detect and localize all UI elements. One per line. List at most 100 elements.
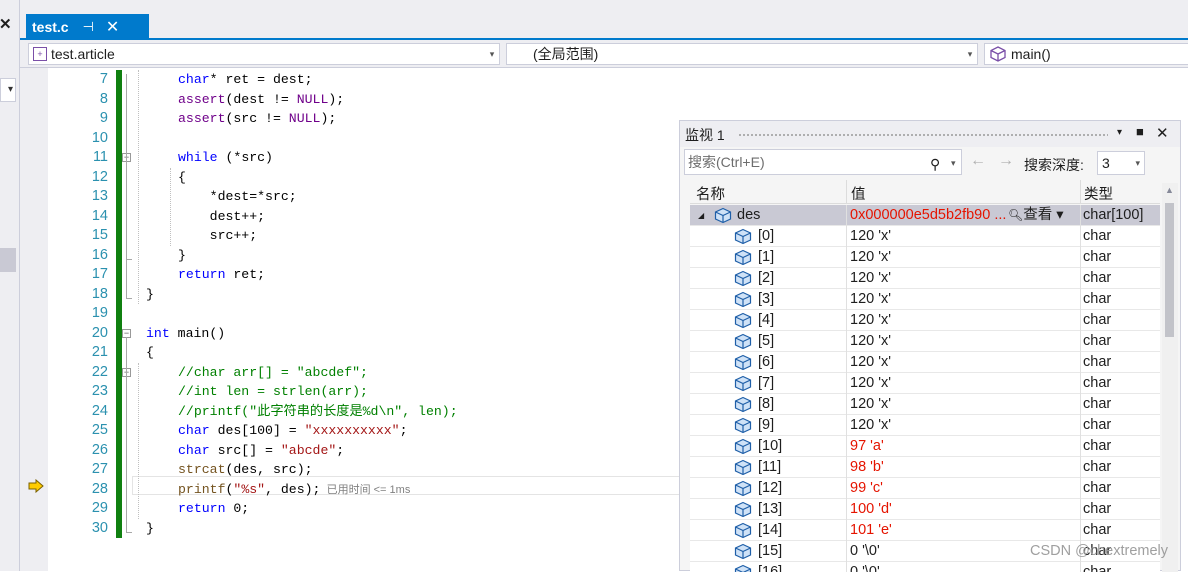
watch-name: [11] xyxy=(758,459,782,475)
scrollbar-thumb[interactable] xyxy=(1165,203,1174,337)
left-panel-dropdown[interactable]: ▾ xyxy=(0,78,16,102)
watch-row[interactable]: [4] 120 'x' char xyxy=(690,310,1160,331)
watch-row[interactable]: [1] 120 'x' char xyxy=(690,247,1160,268)
column-divider[interactable] xyxy=(1080,180,1081,204)
search-depth-select[interactable]: 3 ▾ xyxy=(1097,151,1145,175)
watch-row-des[interactable]: ◢ des 0x000000e5d5b2fb90 ... 🔍︎查看 ▾ char[100… xyxy=(690,205,1160,226)
chevron-down-icon: ▾ xyxy=(967,49,973,59)
line-number: 18 xyxy=(91,285,108,302)
watch-row[interactable]: [13] 100 'd' char xyxy=(690,499,1160,520)
view-dropdown[interactable]: 🔍︎查看 ▾ xyxy=(1008,205,1064,226)
code-text: } xyxy=(146,520,154,536)
variable-cube-icon xyxy=(734,270,752,287)
watch-row[interactable]: [0] 120 'x' char xyxy=(690,226,1160,247)
column-divider[interactable] xyxy=(846,180,847,204)
watch-name: [2] xyxy=(758,270,775,286)
watch-row[interactable]: [7] 120 'x' char xyxy=(690,373,1160,394)
column-value-header[interactable]: 值 xyxy=(851,183,866,204)
watch-name-cell: [13] xyxy=(690,499,846,520)
change-bar xyxy=(116,460,122,480)
watch-name: [10] xyxy=(758,438,783,454)
watch-scrollbar[interactable]: ▲ xyxy=(1162,183,1178,572)
expanded-arrow-icon[interactable]: ◢ xyxy=(698,205,704,226)
project-dropdown[interactable]: + test.article ▾ xyxy=(28,43,500,65)
search-icon[interactable]: ⚲ xyxy=(930,152,940,176)
variable-cube-icon xyxy=(734,228,752,245)
variable-cube-icon xyxy=(734,333,752,350)
chevron-down-icon: ▾ xyxy=(1052,207,1064,223)
watch-value: 100 'd' xyxy=(850,501,892,517)
watch-value: 120 'x' xyxy=(850,396,892,412)
tab-title: test.c xyxy=(32,19,69,35)
watch-rows: ◢ des 0x000000e5d5b2fb90 ... 🔍︎查看 ▾ char[100… xyxy=(690,205,1160,572)
watch-type: char xyxy=(1083,396,1112,412)
left-panel-close-icon[interactable]: ✕ xyxy=(0,16,12,34)
watch-row[interactable]: [9] 120 'x' char xyxy=(690,415,1160,436)
column-type-header[interactable]: 类型 xyxy=(1084,183,1113,204)
tab-test-c[interactable]: test.c ⊣ ✕ xyxy=(26,14,149,40)
left-panel-selected-item[interactable] xyxy=(0,248,16,272)
watch-name-cell: [9] xyxy=(690,415,846,436)
code-text: src++; xyxy=(178,228,258,243)
watch-name-cell: [3] xyxy=(690,289,846,310)
watch-name-cell: [2] xyxy=(690,268,846,289)
close-tab-icon[interactable]: ✕ xyxy=(106,17,119,37)
watch-name: [14] xyxy=(758,522,783,538)
change-bar xyxy=(116,382,122,402)
watch-row[interactable]: [3] 120 'x' char xyxy=(690,289,1160,310)
search-forward-icon[interactable]: → xyxy=(998,152,1014,170)
outline-guide xyxy=(126,161,127,260)
code-text: //int len = strlen(arr); xyxy=(178,384,368,399)
watch-row[interactable]: [12] 99 'c' char xyxy=(690,478,1160,499)
code-line[interactable]: 8 assert(dest != NULL); xyxy=(48,89,1188,109)
watch-type: char xyxy=(1083,375,1112,391)
function-dropdown[interactable]: main() xyxy=(984,43,1188,65)
window-menu-icon[interactable]: ▾ xyxy=(1117,127,1122,138)
watch-row[interactable]: [2] 120 'x' char xyxy=(690,268,1160,289)
watch-row[interactable]: [11] 98 'b' char xyxy=(690,457,1160,478)
watch-search-input[interactable]: 搜索(Ctrl+E) ⚲ ▾ xyxy=(684,149,962,175)
watch-row[interactable]: [5] 120 'x' char xyxy=(690,331,1160,352)
watch-name-cell: [15] xyxy=(690,541,846,562)
scope-dropdown[interactable]: (全局范围) ▾ xyxy=(506,43,978,65)
watch-row[interactable]: [6] 120 'x' char xyxy=(690,352,1160,373)
watch-name: [0] xyxy=(758,228,775,244)
change-bar xyxy=(116,167,122,187)
scroll-up-icon[interactable]: ▲ xyxy=(1165,185,1174,195)
watch-type: char xyxy=(1083,312,1112,328)
variable-cube-icon xyxy=(734,354,752,371)
variable-cube-icon xyxy=(734,291,752,308)
variable-cube-icon xyxy=(734,396,752,413)
pin-icon[interactable]: ⊣ xyxy=(83,19,94,35)
cell-divider xyxy=(846,247,847,268)
chevron-down-icon[interactable]: ▾ xyxy=(951,151,956,175)
cell-divider xyxy=(846,373,847,394)
watch-type: char xyxy=(1083,249,1112,265)
watch-value: 99 'c' xyxy=(850,480,883,496)
watch-type: char xyxy=(1083,522,1112,538)
watch-type: char xyxy=(1083,501,1112,517)
code-line[interactable]: 7 char* ret = dest; xyxy=(48,70,1188,90)
watch-name-cell: [8] xyxy=(690,394,846,415)
line-number: 17 xyxy=(91,266,108,282)
search-back-icon[interactable]: ← xyxy=(970,152,986,170)
drag-grip[interactable] xyxy=(738,133,1108,137)
code-text: char* ret = dest; xyxy=(178,72,313,87)
project-icon: + xyxy=(33,47,47,61)
watch-row[interactable]: [10] 97 'a' char xyxy=(690,436,1160,457)
cell-divider xyxy=(1080,310,1081,331)
left-tool-panel: ✕ ▾ xyxy=(0,0,20,571)
line-number: 29 xyxy=(91,500,108,516)
cell-divider xyxy=(1080,268,1081,289)
maximize-icon[interactable]: ■ xyxy=(1136,124,1144,139)
column-name-header[interactable]: 名称 xyxy=(696,183,725,204)
magnifier-icon: 🔍︎ xyxy=(1008,208,1024,222)
change-bar xyxy=(116,304,122,324)
close-watch-icon[interactable]: ✕ xyxy=(1156,124,1169,142)
watch-row[interactable]: [8] 120 'x' char xyxy=(690,394,1160,415)
change-bar xyxy=(116,421,122,441)
outline-guide-end xyxy=(126,298,132,300)
watch-row[interactable]: [14] 101 'e' char xyxy=(690,520,1160,541)
collapse-icon[interactable]: − xyxy=(122,328,131,338)
change-bar xyxy=(116,401,122,421)
